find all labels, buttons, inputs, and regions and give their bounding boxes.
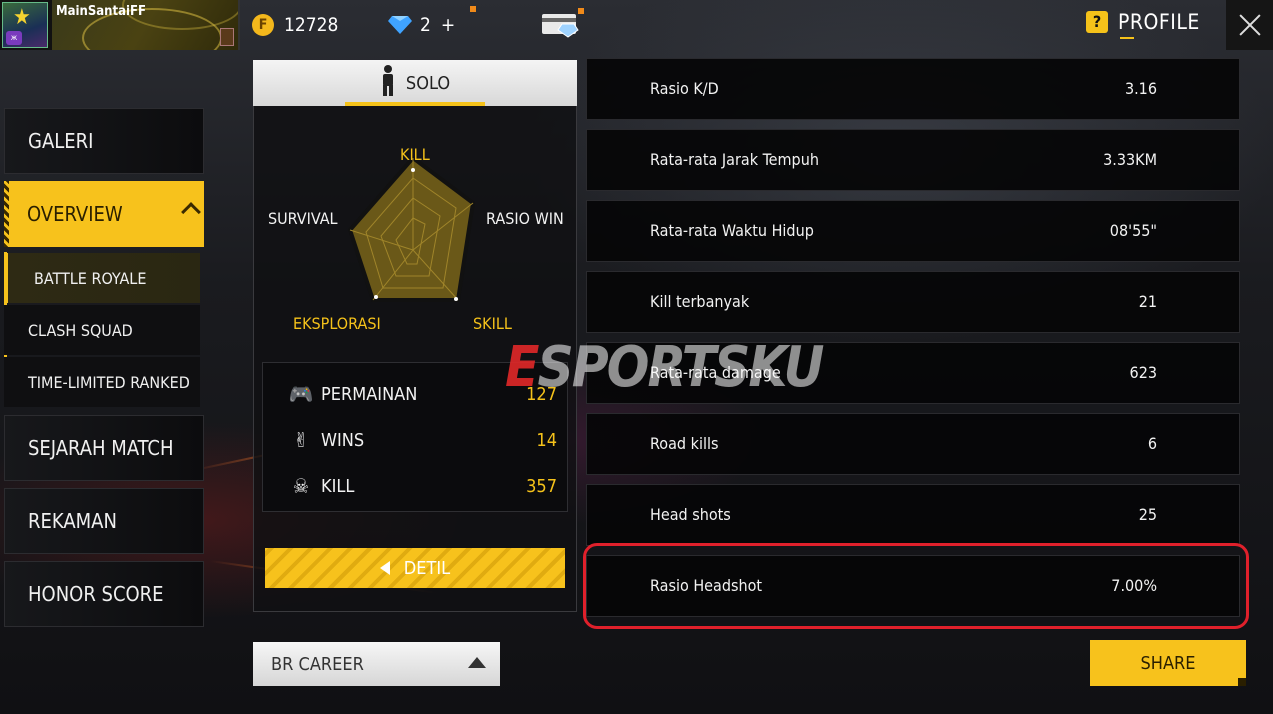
vault-icon[interactable]	[540, 10, 582, 38]
radar-label-kill: KILL	[400, 145, 430, 164]
caret-up-icon	[468, 657, 486, 668]
radar-chart: KILL RASIO WIN SKILL EKSPLORASI SURVIVAL	[253, 110, 577, 360]
notification-dot	[578, 8, 584, 14]
stat-value: 3.16	[1124, 79, 1157, 98]
corner-decoration	[1238, 678, 1246, 686]
notification-dot	[470, 6, 476, 12]
radar-label-eksplorasi: EKSPLORASI	[293, 314, 381, 333]
summary-label: KILL	[321, 475, 355, 497]
stat-value: 623	[1129, 363, 1157, 382]
subitem-label: TIME-LIMITED RANKED	[28, 372, 190, 392]
close-icon[interactable]	[1226, 0, 1273, 50]
stat-row: Head shots 25	[586, 484, 1240, 546]
tab-underline	[345, 102, 485, 106]
summary-row-wins: ✌ WINS 14	[287, 425, 557, 455]
summary-value: 357	[526, 475, 557, 497]
player-name: MainSantaiFF	[56, 4, 146, 19]
tab-solo-label: SOLO	[405, 72, 451, 94]
share-label: SHARE	[1140, 652, 1196, 674]
diamond-balance[interactable]: 2 +	[388, 12, 455, 38]
highlight-box	[583, 543, 1249, 629]
sidebar-item-label: OVERVIEW	[27, 202, 123, 226]
career-dropdown[interactable]: BR CAREER	[253, 642, 500, 686]
subitem-label: CLASH SQUAD	[28, 320, 133, 340]
subitem-clash-squad[interactable]: CLASH SQUAD	[4, 305, 200, 355]
stat-label: Head shots	[650, 505, 731, 524]
stat-label: Rata-rata Jarak Tempuh	[650, 150, 819, 169]
career-dropdown-label: BR CAREER	[271, 653, 364, 675]
summary-label: PERMAINAN	[321, 383, 418, 405]
avatar[interactable]: ★ ж	[2, 2, 48, 48]
stat-row: Kill terbanyak 21	[586, 271, 1240, 333]
stripe-decoration	[4, 181, 9, 247]
badge-icon: ж	[6, 31, 22, 45]
sidebar-item-label: REKAMAN	[28, 509, 117, 533]
detil-label: DETIL	[403, 557, 451, 579]
subitem-time-limited-ranked[interactable]: TIME-LIMITED RANKED	[4, 357, 200, 407]
soldier-icon	[380, 65, 396, 101]
summary-value: 14	[536, 429, 557, 451]
sidebar-item-overview[interactable]: OVERVIEW	[4, 181, 204, 247]
subitem-battle-royale[interactable]: BATTLE ROYALE	[4, 253, 200, 303]
gamepad-icon: 🎮	[288, 382, 314, 406]
stat-label: Rata-rata Waktu Hidup	[650, 221, 814, 240]
stat-value: 3.33KM	[1103, 150, 1157, 169]
profile-label: PROFILE	[1118, 10, 1200, 34]
stat-value: 25	[1138, 505, 1157, 524]
player-banner[interactable]: ★ ж MainSantaiFF	[0, 0, 240, 50]
chevron-up-icon	[181, 202, 201, 222]
add-diamond-icon[interactable]: +	[441, 14, 455, 36]
victory-hand-icon: ✌	[293, 428, 309, 452]
stat-label: Rasio K/D	[650, 79, 719, 98]
skull-icon: ☠	[292, 474, 310, 498]
detil-button[interactable]: DETIL	[265, 548, 565, 588]
help-icon[interactable]: ?	[1086, 11, 1108, 33]
radar-label-skill: SKILL	[473, 314, 512, 333]
arrow-left-icon	[379, 561, 390, 575]
stat-row: Rasio K/D 3.16	[586, 58, 1240, 120]
stat-row: Rata-rata Jarak Tempuh 3.33KM	[586, 129, 1240, 191]
tab-solo[interactable]: SOLO	[253, 60, 577, 106]
coin-count: 12728	[284, 14, 339, 36]
star-icon: ★	[13, 5, 31, 30]
banner-card: MainSantaiFF	[52, 0, 238, 50]
profile-underline	[1120, 37, 1134, 39]
sidebar-item-galeri[interactable]: GALERI	[4, 108, 204, 174]
share-button[interactable]: SHARE	[1090, 640, 1246, 686]
coin-balance[interactable]: F 12728	[252, 12, 338, 38]
active-bar	[4, 253, 8, 303]
stat-value: 21	[1138, 292, 1157, 311]
sidebar-item-sejarah-match[interactable]: SEJARAH MATCH	[4, 415, 204, 481]
gold-coin-icon: F	[252, 14, 274, 36]
stat-value: 6	[1147, 434, 1157, 453]
sidebar-item-rekaman[interactable]: REKAMAN	[4, 488, 204, 554]
stat-row: Rata-rata Waktu Hidup 08'55"	[586, 200, 1240, 262]
top-bar: ★ ж MainSantaiFF F 12728 2 + ? PROFILE	[0, 0, 1273, 50]
sidebar-item-honor-score[interactable]: HONOR SCORE	[4, 561, 204, 627]
summary-row-kill: ☠ KILL 357	[287, 471, 557, 501]
watermark-logo: ESPORTSKU	[505, 335, 824, 400]
rank-icon	[220, 28, 234, 46]
stat-row: Road kills 6	[586, 413, 1240, 475]
stat-label: Road kills	[650, 434, 719, 453]
stat-label: Kill terbanyak	[650, 292, 750, 311]
sidebar-item-label: SEJARAH MATCH	[28, 436, 174, 460]
radar-label-rasio-win: RASIO WIN	[486, 209, 564, 228]
sidebar-item-label: HONOR SCORE	[28, 582, 164, 606]
diamond-count: 2	[420, 14, 431, 36]
stat-value: 08'55"	[1109, 221, 1157, 240]
sidebar-item-label: GALERI	[28, 129, 94, 153]
summary-label: WINS	[321, 429, 365, 451]
profile-title: ? PROFILE	[1086, 10, 1200, 34]
diamond-icon	[388, 15, 412, 35]
radar-label-survival: SURVIVAL	[268, 209, 338, 228]
subitem-label: BATTLE ROYALE	[34, 268, 147, 288]
